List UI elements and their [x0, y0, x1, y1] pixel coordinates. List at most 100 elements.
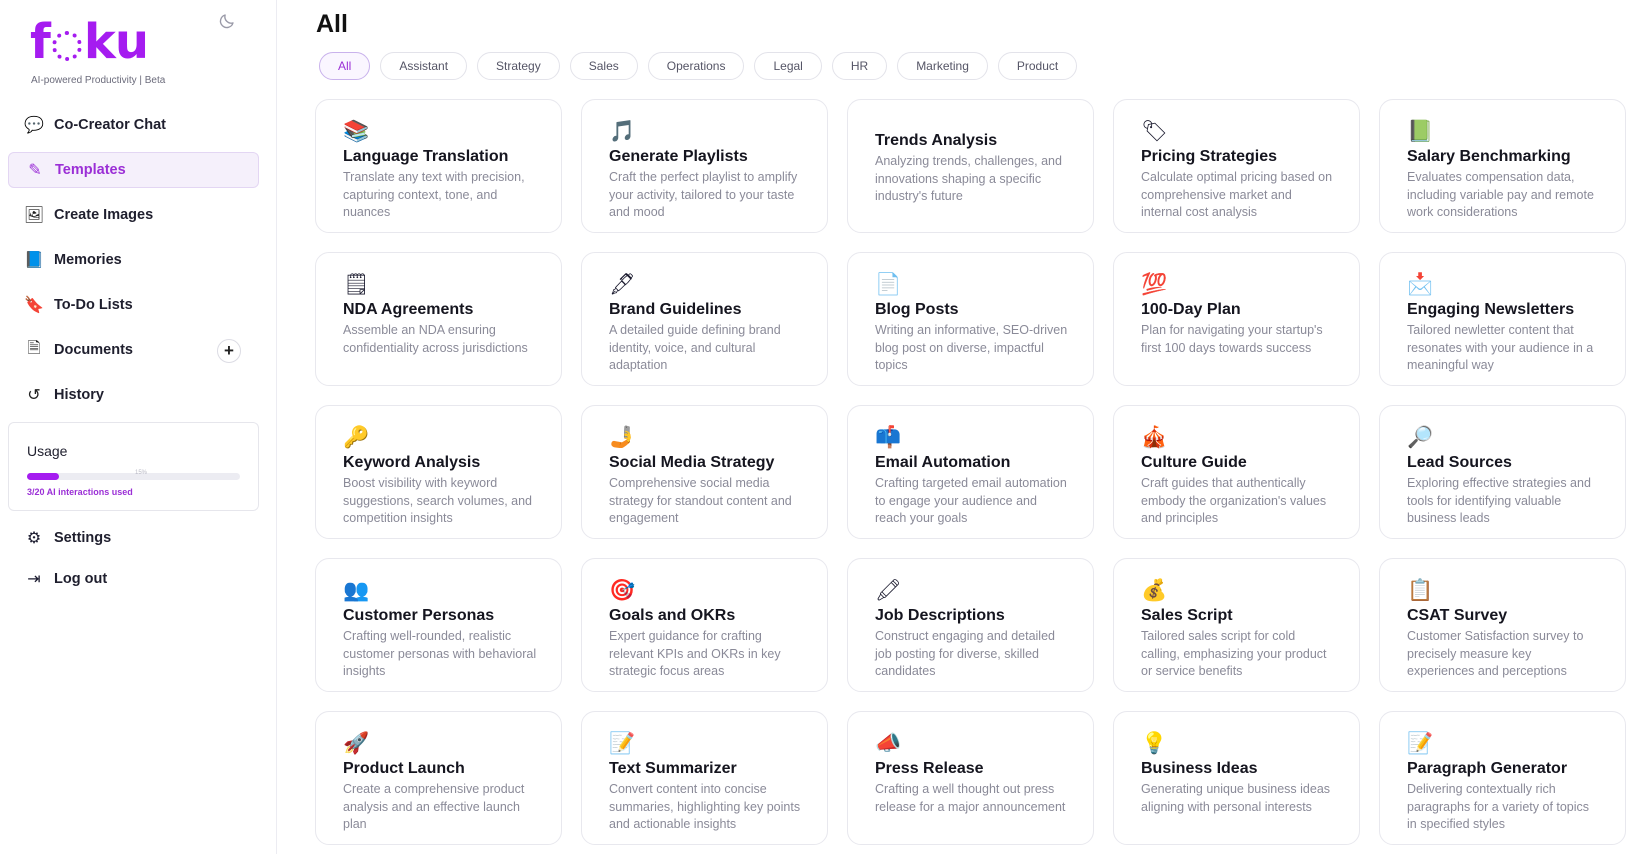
template-title: Sales Script — [1141, 607, 1233, 624]
nav-history[interactable]: ↺ History — [8, 377, 259, 413]
template-card-culture-guide[interactable]: 🎪 Culture Guide Craft guides that authenti… — [1113, 405, 1360, 539]
template-card-sales-script[interactable]: 💰 Sales Script Tailored sales script for c… — [1113, 558, 1360, 692]
usage-panel: Usage 15% 3/20 AI interactions used — [8, 422, 259, 511]
tagline: AI-powered Productivity | Beta — [31, 75, 166, 86]
template-title: Language Translation — [343, 148, 509, 165]
filter-chip-hr[interactable]: HR — [831, 52, 888, 80]
template-card-paragraph-generator[interactable]: 📝 Paragraph Generator Delivering contextua… — [1379, 711, 1626, 845]
template-card-goals-and-okrs[interactable]: 🎯 Goals and OKRs Expert guidance for craft… — [581, 558, 828, 692]
template-title: Paragraph Generator — [1407, 760, 1568, 777]
template-card-business-ideas[interactable]: 💡 Business Ideas Generating unique busines… — [1113, 711, 1360, 845]
envelope-icon: 📩 — [1407, 272, 1434, 296]
template-title: Blog Posts — [875, 301, 959, 318]
template-description: Exploring effective strategies and tools… — [1407, 476, 1591, 525]
template-description: Analyzing trends, challenges, and innova… — [875, 154, 1062, 203]
nav-item-label: To-Do Lists — [54, 297, 133, 313]
main-content: All All Assistant Strategy Sales Operations L… — [278, 0, 1646, 854]
template-description: Plan for navigating your startup's first… — [1141, 323, 1323, 355]
filter-chip-assistant[interactable]: Assistant — [380, 52, 468, 80]
template-title: NDA Agreements — [343, 301, 474, 318]
nav-settings[interactable]: ⚙ Settings — [8, 520, 259, 556]
nav-create-images[interactable]: 🖼 Create Images — [8, 197, 259, 233]
add-document-button[interactable]: + — [217, 339, 241, 363]
history-icon: ↺ — [27, 387, 41, 404]
price-tag-icon: 🏷 — [1141, 119, 1168, 143]
magnifier-icon: 🔎 — [1407, 425, 1434, 449]
template-card-generate-playlists[interactable]: 🎵 Generate Playlists Craft the perfect pla… — [581, 99, 828, 233]
chat-icon: 💬 — [24, 117, 44, 134]
page-icon: 📄 — [875, 272, 902, 296]
template-description: Calculate optimal pricing based on compr… — [1141, 170, 1333, 219]
marker-icon: 🖍 — [875, 578, 902, 602]
template-card-pricing-strategies[interactable]: 🏷 Pricing Strategies Calculate optimal pri… — [1113, 99, 1360, 233]
template-description: Craft guides that authentically embody t… — [1141, 476, 1327, 525]
template-card-brand-guidelines[interactable]: 🖋 Brand Guidelines A detailed guide defini… — [581, 252, 828, 386]
template-description: Generating unique business ideas alignin… — [1141, 782, 1331, 814]
logo-wordmark: f ku — [30, 14, 149, 70]
template-card-press-release[interactable]: 📣 Press Release Crafting a well thought ou… — [847, 711, 1094, 845]
template-card-engaging-newsletters[interactable]: 📩 Engaging Newsletters Tailored newletter … — [1379, 252, 1626, 386]
notepad-icon: 🗒 — [343, 272, 370, 296]
template-card-social-media-strategy[interactable]: 🤳 Social Media Strategy Comprehensive soci… — [581, 405, 828, 539]
filter-chip-legal[interactable]: Legal — [754, 52, 822, 80]
template-card-salary-benchmarking[interactable]: 📗 Salary Benchmarking Evaluates compensati… — [1379, 99, 1626, 233]
template-card-job-descriptions[interactable]: 🖍 Job Descriptions Construct engaging and … — [847, 558, 1094, 692]
template-title: Email Automation — [875, 454, 1011, 471]
circus-tent-icon: 🎪 — [1141, 425, 1168, 449]
template-title: Social Media Strategy — [609, 454, 775, 471]
template-description: Delivering contextually rich paragraphs … — [1407, 782, 1590, 831]
template-description: Writing an informative, SEO-driven blog … — [875, 323, 1068, 372]
template-card-blog-posts[interactable]: 📄 Blog Posts Writing an informative, SEO-d… — [847, 252, 1094, 386]
filter-chip-sales[interactable]: Sales — [569, 52, 638, 80]
filter-chip-product[interactable]: Product — [997, 52, 1078, 80]
template-title: Press Release — [875, 760, 984, 777]
document-icon: 🗎 — [27, 339, 41, 357]
lightbulb-icon: 💡 — [1141, 731, 1168, 755]
nav-templates[interactable]: ✎ Templates — [8, 152, 259, 188]
nav-item-label: Create Images — [54, 207, 154, 223]
template-title: Trends Analysis — [875, 132, 998, 149]
filter-chip-strategy[interactable]: Strategy — [477, 52, 560, 80]
filter-chip-marketing[interactable]: Marketing — [897, 52, 988, 80]
template-description: Boost visibility with keyword suggestion… — [343, 476, 532, 525]
book-icon: 📘 — [24, 252, 44, 269]
filter-chip-all[interactable]: All — [319, 52, 371, 80]
template-description: Customer Satisfaction survey to precisel… — [1407, 629, 1584, 678]
books-icon: 📚 — [343, 119, 370, 143]
template-card-csat-survey[interactable]: 📋 CSAT Survey Customer Satisfaction survey… — [1379, 558, 1626, 692]
template-title: Salary Benchmarking — [1407, 148, 1571, 165]
template-card-nda-agreements[interactable]: 🗒 NDA Agreements Assemble an NDA ensuring … — [315, 252, 562, 386]
page-title: All — [316, 10, 348, 38]
template-card-trends-analysis[interactable]: Trends Analysis Analyzing trends, challen… — [847, 99, 1094, 233]
filter-chip-operations[interactable]: Operations — [647, 52, 745, 80]
nav-co-creator-chat[interactable]: 💬 Co-Creator Chat — [8, 107, 259, 143]
template-card-lead-sources[interactable]: 🔎 Lead Sources Exploring effective strateg… — [1379, 405, 1626, 539]
template-description: Evaluates compensation data, including v… — [1407, 170, 1594, 219]
nav-todo-lists[interactable]: 🔖 To-Do Lists — [8, 287, 259, 323]
template-title: Text Summarizer — [609, 760, 737, 777]
template-title: Goals and OKRs — [609, 607, 736, 624]
logout-icon: ⇥ — [27, 571, 41, 588]
pen-icon: 🖋 — [609, 272, 636, 296]
template-title: CSAT Survey — [1407, 607, 1508, 624]
template-card-text-summarizer[interactable]: 📝 Text Summarizer Convert content into con… — [581, 711, 828, 845]
template-description: Translate any text with precision, captu… — [343, 170, 525, 219]
template-title: Business Ideas — [1141, 760, 1258, 777]
template-card-language-translation[interactable]: 📚 Language Translation Translate any text … — [315, 99, 562, 233]
template-card-product-launch[interactable]: 🚀 Product Launch Create a comprehensive pr… — [315, 711, 562, 845]
nav-memories[interactable]: 📘 Memories — [8, 242, 259, 278]
template-card-customer-personas[interactable]: 👥 Customer Personas Crafting well-rounded,… — [315, 558, 562, 692]
template-title: Product Launch — [343, 760, 465, 777]
template-card-100-day-plan[interactable]: 💯 100-Day Plan Plan for navigating your st… — [1113, 252, 1360, 386]
nav-logout[interactable]: ⇥ Log out — [8, 561, 259, 597]
dark-mode-toggle[interactable] — [218, 12, 236, 30]
nav-documents[interactable]: 🗎 Documents + — [8, 332, 259, 368]
template-card-email-automation[interactable]: 📫 Email Automation Crafting targeted email… — [847, 405, 1094, 539]
template-description: Tailored sales script for cold calling, … — [1141, 629, 1327, 678]
template-title: Lead Sources — [1407, 454, 1512, 471]
template-title: 100-Day Plan — [1141, 301, 1241, 318]
template-card-keyword-analysis[interactable]: 🔑 Keyword Analysis Boost visibility with k… — [315, 405, 562, 539]
foku-logo[interactable]: f ku — [30, 14, 150, 70]
logo-ring-icon — [51, 31, 82, 61]
template-description: Assemble an NDA ensuring confidentiality… — [343, 323, 528, 355]
